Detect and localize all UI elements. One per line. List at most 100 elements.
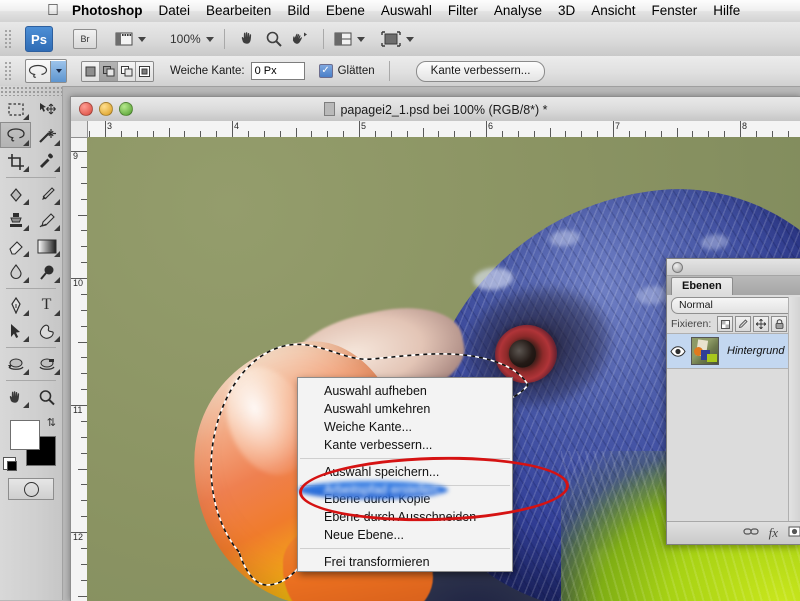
shape-tool-icon[interactable] [31,318,62,344]
gradient-tool-icon[interactable] [31,233,62,259]
tab-ebenen[interactable]: Ebenen [671,277,733,295]
current-tool-preset[interactable] [25,59,67,83]
table-row[interactable]: Hintergrund [667,334,800,369]
context-menu-item-make-work-path[interactable]: Arbeitspfad erstellen... [298,481,449,499]
3d-orbit-tool-icon[interactable] [31,351,62,377]
appbar-drag-grip[interactable] [3,28,13,50]
move-tool-icon[interactable] [31,96,62,122]
refine-edge-button[interactable]: Kante verbessern... [415,60,546,82]
lock-image-pixels-icon[interactable] [735,316,752,332]
dodge-tool-icon[interactable] [31,259,62,285]
photoshop-home-button[interactable]: Ps [25,26,53,52]
layer-mask-icon[interactable] [788,526,800,540]
antialias-checkbox-group[interactable]: ✓ Glätten [318,64,375,78]
foreground-color-swatch[interactable] [10,420,40,450]
blur-tool-icon[interactable] [0,259,31,285]
marquee-tool-icon[interactable] [0,96,31,122]
swap-colors-icon[interactable]: ⇅ [47,416,56,429]
lock-transparent-pixels-icon[interactable] [717,316,734,332]
context-menu[interactable]: Auswahl aufheben Auswahl umkehren Weiche… [297,377,513,572]
zoom-level-dropdown-caret[interactable] [205,36,214,42]
clone-stamp-tool-icon[interactable] [0,207,31,233]
lock-position-icon[interactable] [753,316,770,332]
eyedropper-tool-icon[interactable] [31,148,62,174]
layer-name[interactable]: Hintergrund [727,345,784,357]
menu-item-hilfe[interactable]: Hilfe [705,1,748,21]
menu-item-filter[interactable]: Filter [440,1,486,21]
quick-mask-icon[interactable] [8,478,54,500]
context-menu-item-deselect[interactable]: Auswahl aufheben [298,382,512,400]
eraser-tool-icon[interactable] [0,233,31,259]
zoom-level-value[interactable]: 100% [170,32,201,46]
blend-mode-select[interactable]: Normal [671,296,797,314]
pen-tool-icon[interactable] [0,292,31,318]
menu-item-auswahl[interactable]: Auswahl [373,1,440,21]
menu-item-ansicht[interactable]: Ansicht [583,1,643,21]
magic-wand-tool-icon[interactable] [31,122,62,148]
zoom-tool-icon[interactable] [31,384,62,410]
screen-mode-icon[interactable] [381,31,401,47]
context-menu-item-save-selection[interactable]: Auswahl speichern... [298,463,512,481]
brush-tool-icon[interactable] [31,181,62,207]
antialias-checkbox[interactable]: ✓ [318,64,333,78]
document-title-bar[interactable]: papagei2_1.psd bei 100% (RGB/8*) * [71,97,800,122]
layers-panel-title-bar[interactable] [667,259,800,276]
layer-thumbnail[interactable] [691,337,719,365]
ruler-major-tick [613,121,614,137]
context-menu-item-new-layer[interactable]: Neue Ebene... [298,526,512,544]
context-menu-item-layer-via-cut[interactable]: Ebene durch Ausschneiden [298,508,512,526]
history-brush-tool-icon[interactable] [31,207,62,233]
layers-panel-close-icon[interactable] [672,261,683,273]
magnifier-icon[interactable] [261,30,287,48]
rotate-view-icon[interactable] [287,30,313,48]
default-colors-icon[interactable] [3,457,17,471]
view-extras-dropdown-caret[interactable] [138,36,146,42]
hand-icon[interactable] [235,30,261,48]
layers-panel-scrollbar[interactable] [788,297,800,522]
toolbox-drag-grip[interactable] [0,86,62,96]
menu-item-fenster[interactable]: Fenster [644,1,706,21]
arrange-documents-icon[interactable] [334,31,352,47]
lasso-tool-icon[interactable] [0,122,31,148]
type-tool-icon[interactable]: T [31,292,62,318]
tool-preset-dropdown-caret[interactable] [50,60,66,82]
apple-logo-icon[interactable]:  [42,3,64,19]
horizontal-ruler[interactable]: 3 4 5 6 7 8 [71,121,800,138]
lock-all-icon[interactable] [771,316,788,332]
optionsbar-drag-grip[interactable] [3,60,13,82]
add-to-selection-button[interactable] [100,61,118,81]
close-window-button[interactable] [79,102,93,116]
context-menu-item-free-transform[interactable]: Frei transformieren [298,553,512,571]
link-layers-icon[interactable] [743,527,759,539]
layer-visibility-toggle[interactable] [667,345,689,357]
arrange-documents-caret[interactable] [356,36,365,42]
feather-input[interactable]: 0 Px [250,62,305,80]
crop-tool-icon[interactable] [0,148,31,174]
healing-brush-tool-icon[interactable] [0,181,31,207]
launch-bridge-button[interactable]: Br [73,29,97,49]
minimize-window-button[interactable] [99,102,113,116]
zoom-window-button[interactable] [119,102,133,116]
hand-tool-icon[interactable] [0,384,31,410]
menu-item-bild[interactable]: Bild [279,1,318,21]
3d-rotate-tool-icon[interactable] [0,351,31,377]
menu-item-3d[interactable]: 3D [550,1,583,21]
layer-style-icon[interactable]: fx [769,525,778,541]
path-selection-tool-icon[interactable] [0,318,31,344]
menu-item-analyse[interactable]: Analyse [486,1,550,21]
view-extras-icon[interactable] [115,31,133,47]
menu-item-bearbeiten[interactable]: Bearbeiten [198,1,279,21]
context-menu-item-feather[interactable]: Weiche Kante... [298,418,512,436]
ruler-label: 4 [234,121,240,131]
context-menu-item-refine-edge[interactable]: Kante verbessern... [298,436,512,454]
intersect-with-selection-button[interactable] [136,61,153,81]
menu-item-ebene[interactable]: Ebene [318,1,373,21]
new-selection-button[interactable] [82,61,100,81]
vertical-ruler[interactable]: 9 10 11 12 [71,137,88,601]
context-menu-item-inverse[interactable]: Auswahl umkehren [298,400,512,418]
subtract-from-selection-button[interactable] [118,61,136,81]
menu-item-datei[interactable]: Datei [151,1,199,21]
screen-mode-caret[interactable] [405,36,414,42]
ruler-origin-corner[interactable] [71,121,88,138]
menu-item-photoshop[interactable]: Photoshop [64,1,151,21]
